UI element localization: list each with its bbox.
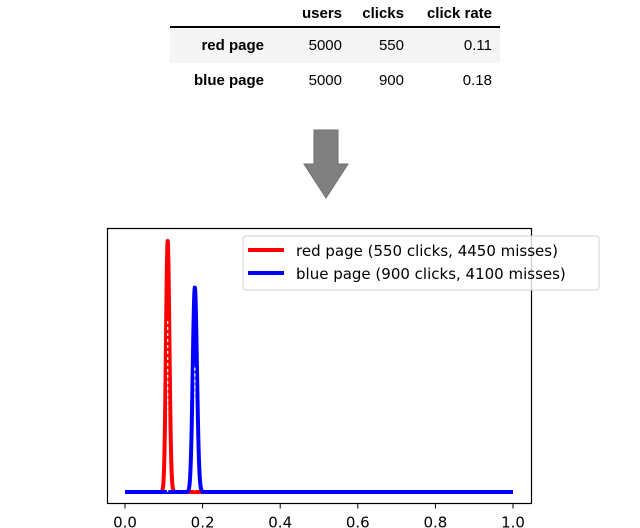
legend: red page (550 clicks, 4450 misses) blue p… [242,235,600,291]
x-tick-label: 0.8 [423,514,447,528]
x-tick-label: 0.6 [346,514,370,528]
chart: 0.0 0.2 0.4 0.6 0.8 1.0 red page (550 clicks,… [106,227,600,528]
series-line-blue-page [123,285,515,494]
legend-label-red-page: red page (550 clicks, 4450 misses) [296,242,558,260]
x-tick-label: 0.2 [191,514,215,528]
x-tick-label: 0.0 [113,514,137,528]
x-tick-label: 0.4 [268,514,292,528]
x-tick-label: 1.0 [501,514,525,528]
x-ticks: 0.0 0.2 0.4 0.6 0.8 1.0 [113,503,525,528]
legend-label-blue-page: blue page (900 clicks, 4100 misses) [296,265,566,283]
